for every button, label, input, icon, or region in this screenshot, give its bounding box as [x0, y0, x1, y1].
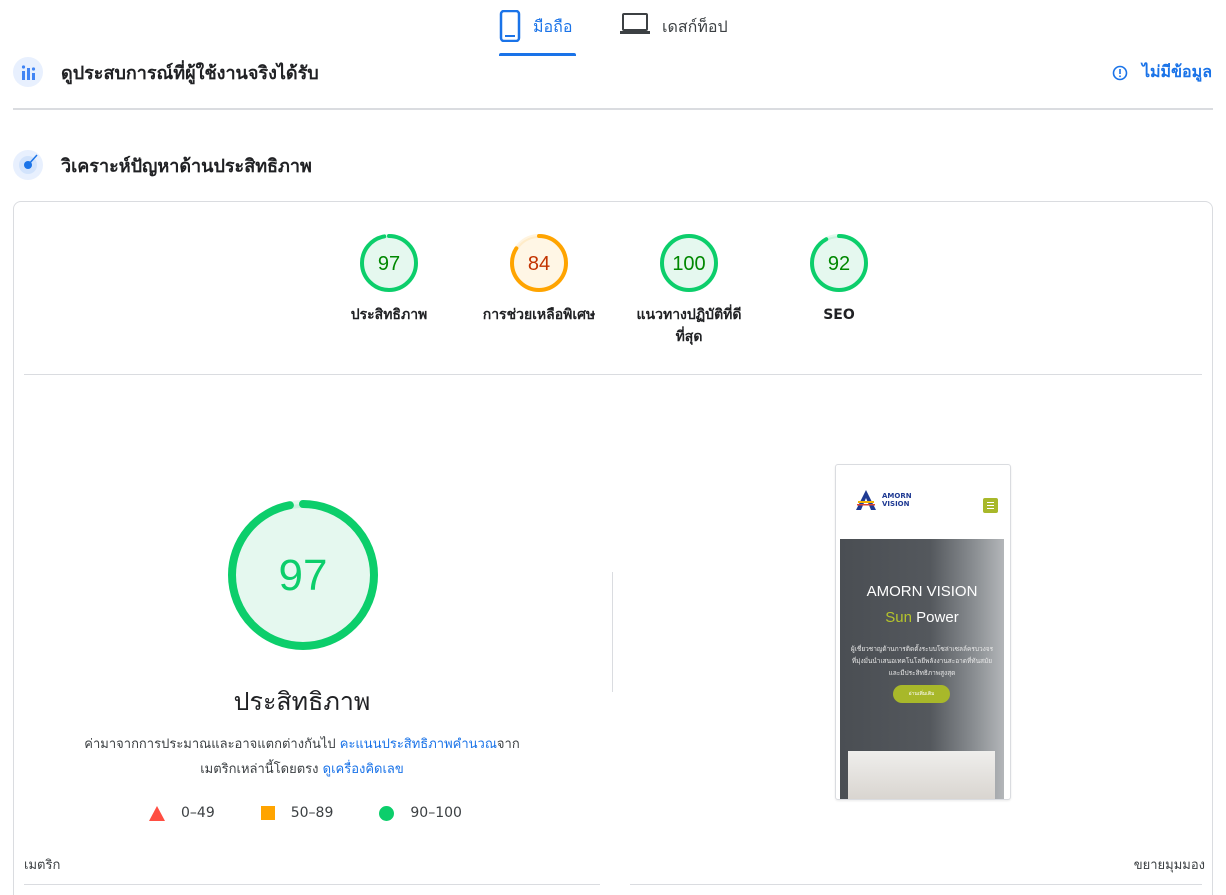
- gauge-accessibility[interactable]: 84 การช่วยเหลือพิเศษ: [474, 232, 604, 326]
- hamburger-menu-icon: [983, 498, 998, 513]
- site-logo: AMORN VISION: [854, 489, 912, 511]
- legend-average: 50–89: [260, 805, 334, 821]
- performance-description: ค่ามาจากการประมาณและอาจแตกต่างกันไป คะแน…: [14, 732, 590, 782]
- section-divider: [13, 108, 1213, 110]
- legend-fail: 0–49: [149, 805, 215, 821]
- smartphone-icon: [499, 10, 521, 42]
- final-screenshot[interactable]: AMORN VISION AMORN VISION Sun Power ผู้เ…: [835, 464, 1011, 800]
- gauge-performance[interactable]: 97 ประสิทธิภาพ: [324, 232, 454, 326]
- calculator-link[interactable]: ดูเครื่องคิดเลข: [323, 762, 404, 777]
- amorn-vision-logo-icon: [856, 490, 876, 510]
- expand-view-toggle[interactable]: ขยายมุมมอง: [1134, 854, 1205, 875]
- no-data-label: ไม่มีข้อมูล: [1141, 62, 1212, 81]
- metrics-divider-left: [24, 884, 600, 885]
- site-hero: AMORN VISION Sun Power ผู้เชี่ยวชาญด้านก…: [840, 539, 1004, 799]
- gauge-seo-score: 92: [828, 253, 850, 275]
- gauge-accessibility-ring: 84: [510, 234, 568, 292]
- tab-desktop-label: เดสก์ท็อป: [662, 17, 728, 36]
- diagnose-section-header: วิเคราะห์ปัญหาด้านประสิทธิภาพ: [13, 149, 312, 181]
- description-text-2: จาก: [496, 737, 520, 752]
- lighthouse-radar-icon: [13, 150, 43, 180]
- crux-section-header: ดูประสบการณ์ที่ผู้ใช้งานจริงได้รับ: [13, 56, 319, 88]
- laptop-icon: [620, 13, 650, 34]
- gauge-seo[interactable]: 92 SEO: [774, 232, 904, 326]
- tab-desktop[interactable]: เดสก์ท็อป: [620, 10, 728, 56]
- users-chart-icon: [13, 57, 43, 87]
- gauge-seo-label: SEO: [823, 307, 855, 323]
- gauge-accessibility-score: 84: [528, 253, 550, 275]
- description-text-3: เมตริกเหล่านี้โดยตรง: [200, 762, 323, 777]
- crux-title: ดูประสบการณ์ที่ผู้ใช้งานจริงได้รับ: [61, 62, 319, 84]
- hero-image-card: [848, 751, 995, 799]
- category-gauges: 97 ประสิทธิภาพ 84 การช่วยเหลือพิเศษ 100 …: [14, 232, 1214, 362]
- gauge-accessibility-label: การช่วยเหลือพิเศษ: [482, 307, 596, 323]
- legend-fail-range: 0–49: [181, 805, 215, 821]
- hero-headline-1: AMORN VISION: [866, 583, 978, 600]
- gauge-best-practices-label: แนวทางปฏิบัติที่ดี ที่สุด: [624, 304, 754, 348]
- performance-main-score: 97: [279, 551, 328, 600]
- info-icon: [1112, 65, 1128, 80]
- gauge-best-practices[interactable]: 100 แนวทางปฏิบัติที่ดี ที่สุด: [624, 232, 754, 348]
- gauge-best-practices-label-line1: แนวทางปฏิบัติที่ดี: [636, 307, 742, 323]
- report-card: 97 ประสิทธิภาพ 84 การช่วยเหลือพิเศษ 100 …: [13, 201, 1213, 895]
- legend-pass: 90–100: [379, 805, 462, 821]
- gauge-best-practices-score: 100: [672, 253, 705, 275]
- score-calc-link[interactable]: คะแนนประสิทธิภาพคำนวณ: [340, 737, 497, 752]
- gauge-performance-label: ประสิทธิภาพ: [350, 307, 428, 323]
- vertical-divider: [612, 572, 613, 692]
- description-text-1: ค่ามาจากการประมาณและอาจแตกต่างกันไป: [84, 737, 340, 752]
- hero-headline-accent: Sun: [885, 609, 912, 626]
- square-icon: [260, 806, 275, 820]
- hero-read-more-button: อ่านเพิ่มเติม: [893, 685, 950, 703]
- triangle-icon: [149, 805, 165, 821]
- device-tabs: มือถือ เดสก์ท็อป: [0, 0, 1226, 58]
- metrics-heading: เมตริก: [24, 858, 61, 873]
- hero-paragraph: ผู้เชี่ยวชาญด้านการติดตั้งระบบโซล่าเซลล์…: [850, 645, 994, 677]
- logo-line-2: VISION: [882, 500, 910, 508]
- circle-icon: [379, 805, 395, 821]
- gauge-best-practices-label-line2: ที่สุด: [675, 329, 703, 345]
- gauge-performance-score: 97: [378, 253, 400, 275]
- legend-pass-range: 90–100: [410, 805, 462, 821]
- performance-main-title: ประสิทธิภาพ: [233, 687, 371, 716]
- site-navbar: AMORN VISION: [840, 465, 1007, 539]
- score-legend: 0–49 50–89 90–100: [149, 805, 508, 821]
- tab-mobile[interactable]: มือถือ: [499, 10, 576, 56]
- hero-headline-2: Sun Power: [840, 609, 1004, 626]
- performance-main-gauge: 97: [228, 500, 378, 650]
- active-tab-indicator: [499, 53, 576, 56]
- metrics-divider-right: [630, 884, 1202, 885]
- gauges-divider: [24, 374, 1202, 375]
- gauge-best-practices-ring: 100: [660, 234, 718, 292]
- tab-mobile-label: มือถือ: [533, 17, 573, 36]
- logo-line-1: AMORN: [882, 492, 912, 500]
- gauge-performance-ring: 97: [360, 234, 418, 292]
- hero-headline-rest: Power: [912, 609, 959, 626]
- no-data-link[interactable]: ไม่มีข้อมูล: [1112, 60, 1212, 85]
- gauge-seo-ring: 92: [810, 234, 868, 292]
- legend-average-range: 50–89: [290, 805, 334, 821]
- diagnose-title: วิเคราะห์ปัญหาด้านประสิทธิภาพ: [61, 155, 312, 177]
